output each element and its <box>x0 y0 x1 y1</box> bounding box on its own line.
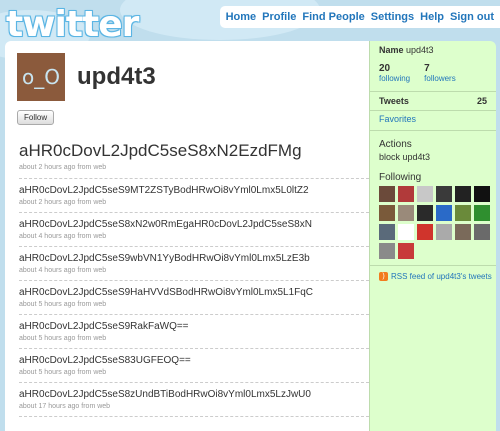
main-content: o_O upd4t3 Follow aHR0cDovL2JpdC5seS8xN2… <box>5 41 369 431</box>
following-count: 20 <box>379 63 391 74</box>
following-avatar[interactable] <box>455 205 471 221</box>
following-avatar-grid <box>379 186 491 259</box>
nav-profile[interactable]: Profile <box>262 11 296 23</box>
divider <box>370 110 496 111</box>
name-label: Name <box>379 45 404 55</box>
following-avatar[interactable] <box>474 205 490 221</box>
following-avatar[interactable] <box>436 205 452 221</box>
followers-stat[interactable]: 7 followers <box>424 63 456 83</box>
following-avatar[interactable] <box>379 205 395 221</box>
tweet-text: aHR0cDovL2JpdC5seS9MT2ZSTyBodHRwOi8vYml0… <box>19 185 309 196</box>
nav-sign-out[interactable]: Sign out <box>450 11 494 23</box>
tweet-meta[interactable]: about 5 hours ago from web <box>19 335 369 342</box>
tweets-count: 25 <box>476 96 487 106</box>
tweet-meta[interactable]: about 17 hours ago from web <box>19 403 369 410</box>
divider <box>370 265 496 266</box>
following-avatar[interactable] <box>379 224 395 240</box>
tweet-item: aHR0cDovL2JpdC5seS8xN2w0RmEgaHR0cDovL2Jp… <box>19 213 369 247</box>
tweet-meta[interactable]: about 4 hours ago from web <box>19 267 369 274</box>
top-navigation: Home Profile Find People Settings Help S… <box>219 6 500 28</box>
following-avatar[interactable] <box>455 224 471 240</box>
following-avatar[interactable] <box>379 186 395 202</box>
rss-label[interactable]: RSS feed of upd4t3's tweets <box>391 272 492 281</box>
tweet-meta[interactable]: about 5 hours ago from web <box>19 369 369 376</box>
follow-stats: 20 following 7 followers <box>379 63 456 83</box>
sidebar-name: Name upd4t3 <box>379 45 434 55</box>
tweet-meta[interactable]: about 4 hours ago from web <box>19 233 369 240</box>
divider <box>370 91 496 92</box>
nav-home[interactable]: Home <box>226 11 257 23</box>
following-avatar[interactable] <box>417 224 433 240</box>
following-avatar[interactable] <box>436 186 452 202</box>
tweet-item: aHR0cDovL2JpdC5seS8zUndBTiBodHRwOi8vYml0… <box>19 383 369 417</box>
follow-button[interactable]: Follow <box>17 110 55 125</box>
following-avatar[interactable] <box>398 243 414 259</box>
tweet-item: aHR0cDovL2JpdC5seS9HaHVVdSBodHRwOi8vYml0… <box>19 281 369 315</box>
following-avatar[interactable] <box>474 186 490 202</box>
divider <box>370 130 496 131</box>
following-title: Following <box>379 172 422 183</box>
rss-link[interactable]: ) RSS feed of upd4t3's tweets <box>379 272 492 281</box>
tweets-count-row[interactable]: Tweets 25 <box>379 96 487 106</box>
profile-sidebar: Name upd4t3 20 following 7 followers Twe… <box>369 41 496 431</box>
favorites-link[interactable]: Favorites <box>379 114 416 124</box>
tweet-item: aHR0cDovL2JpdC5seS9RakFaWQ== about 5 hou… <box>19 315 369 349</box>
tweet-text: aHR0cDovL2JpdC5seS8zUndBTiBodHRwOi8vYml0… <box>19 389 311 400</box>
nav-help[interactable]: Help <box>420 11 444 23</box>
actions-title: Actions <box>379 139 412 150</box>
followers-count: 7 <box>424 63 430 74</box>
tweet-meta[interactable]: about 2 hours ago from web <box>19 199 369 206</box>
nav-settings[interactable]: Settings <box>371 11 414 23</box>
following-avatar[interactable] <box>398 186 414 202</box>
tweet-text: aHR0cDovL2JpdC5seS8xN2EzdFMg <box>19 141 302 160</box>
following-label[interactable]: following <box>379 74 410 83</box>
block-action[interactable]: block upd4t3 <box>379 152 430 162</box>
tweet-text: aHR0cDovL2JpdC5seS9HaHVVdSBodHRwOi8vYml0… <box>19 287 314 298</box>
nav-find-people[interactable]: Find People <box>302 11 364 23</box>
tweet-item: aHR0cDovL2JpdC5seS8xN2EzdFMg about 2 hou… <box>19 139 369 179</box>
name-value: upd4t3 <box>406 45 434 55</box>
profile-username: upd4t3 <box>77 63 156 90</box>
following-avatar[interactable] <box>379 243 395 259</box>
tweet-text: aHR0cDovL2JpdC5seS83UGFEOQ== <box>19 355 191 366</box>
tweet-text: aHR0cDovL2JpdC5seS9RakFaWQ== <box>19 321 189 332</box>
following-avatar[interactable] <box>417 205 433 221</box>
tweet-meta[interactable]: about 5 hours ago from web <box>19 301 369 308</box>
tweet-text: aHR0cDovL2JpdC5seS8xN2w0RmEgaHR0cDovL2Jp… <box>19 219 312 230</box>
tweets-label: Tweets <box>379 96 409 106</box>
following-avatar[interactable] <box>398 205 414 221</box>
following-stat[interactable]: 20 following <box>379 63 410 83</box>
profile-avatar[interactable]: o_O <box>17 53 65 101</box>
following-avatar[interactable] <box>474 224 490 240</box>
rss-icon: ) <box>379 272 388 281</box>
followers-label[interactable]: followers <box>424 74 456 83</box>
tweet-text: aHR0cDovL2JpdC5seS9wbVN1YyBodHRwOi8vYml0… <box>19 253 310 264</box>
tweet-meta[interactable]: about 2 hours ago from web <box>19 164 369 171</box>
tweet-item: aHR0cDovL2JpdC5seS83UGFEOQ== about 5 hou… <box>19 349 369 383</box>
block-label[interactable]: block <box>379 152 400 162</box>
following-avatar[interactable] <box>398 224 414 240</box>
block-user: upd4t3 <box>402 152 431 162</box>
tweet-item: aHR0cDovL2JpdC5seS9MT2ZSTyBodHRwOi8vYml0… <box>19 179 369 213</box>
tweet-item: aHR0cDovL2JpdC5seS9wbVN1YyBodHRwOi8vYml0… <box>19 247 369 281</box>
following-avatar[interactable] <box>436 224 452 240</box>
tweet-list: aHR0cDovL2JpdC5seS8xN2EzdFMg about 2 hou… <box>19 139 369 417</box>
twitter-logo[interactable]: twitter <box>6 4 139 45</box>
following-avatar[interactable] <box>417 186 433 202</box>
following-avatar[interactable] <box>455 186 471 202</box>
